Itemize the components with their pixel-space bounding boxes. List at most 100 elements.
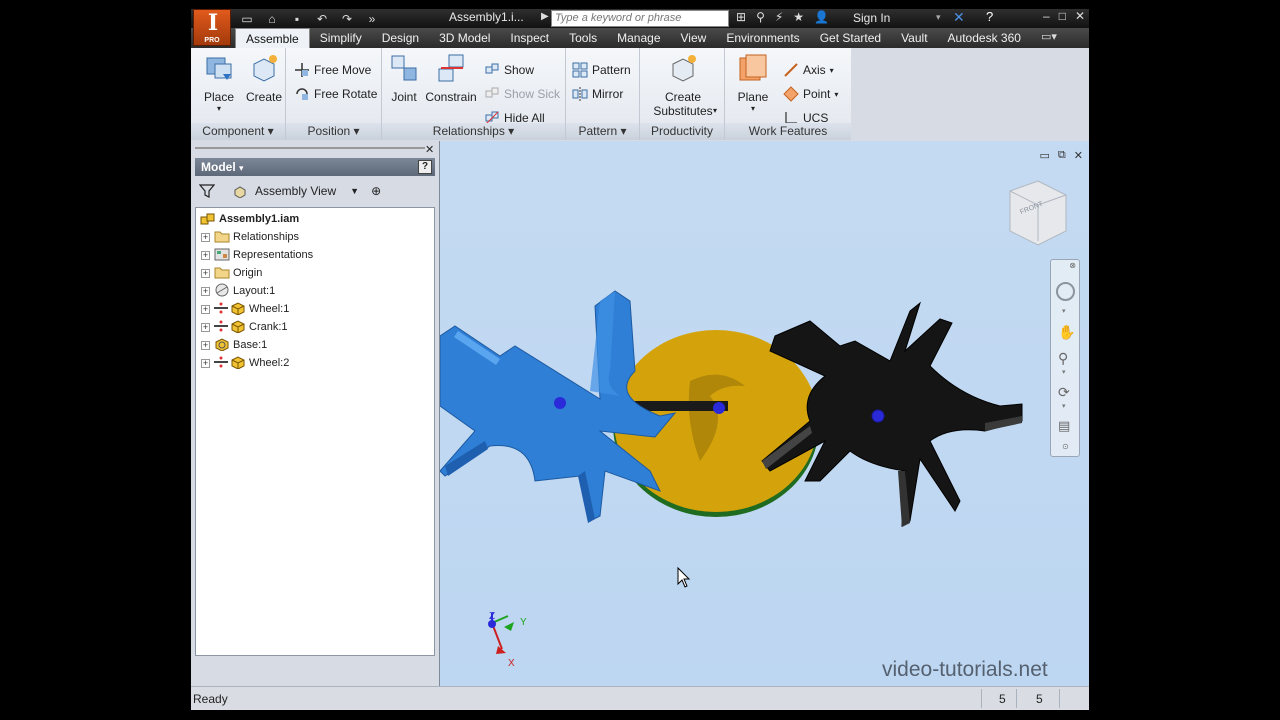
- create-substitutes-button[interactable]: Create Substitutes: [644, 52, 722, 118]
- place-button[interactable]: Place ▾: [199, 52, 239, 113]
- tree-item-layout-1[interactable]: + Layout:1: [196, 282, 434, 300]
- show-button[interactable]: Show: [484, 62, 534, 78]
- tab-assemble[interactable]: Assemble: [235, 28, 310, 48]
- tree-item-base-1[interactable]: + Base:1: [196, 336, 434, 354]
- tab-design[interactable]: Design: [372, 28, 429, 48]
- browser-help-icon[interactable]: ?: [418, 160, 432, 174]
- joint-icon: [391, 55, 417, 81]
- navbar-customize-icon[interactable]: ⊙: [1062, 442, 1069, 451]
- tab-view[interactable]: View: [671, 28, 717, 48]
- browser-header[interactable]: Model ▾ ?: [195, 158, 435, 176]
- redo-icon[interactable]: ↷: [339, 12, 355, 26]
- expand-icon[interactable]: +: [201, 322, 210, 332]
- expand-icon[interactable]: +: [201, 268, 210, 278]
- expand-icon[interactable]: +: [201, 286, 210, 296]
- open-icon[interactable]: ⌂: [264, 12, 280, 26]
- inventor-logo[interactable]: I PRO: [193, 9, 231, 46]
- expand-icon[interactable]: +: [201, 358, 210, 368]
- plane-button[interactable]: Plane ▾: [731, 52, 775, 113]
- steering-dropdown-icon[interactable]: ▾: [1062, 307, 1066, 315]
- relationships-panel-label[interactable]: Relationships ▾: [382, 123, 565, 140]
- axis-dropdown-icon: ▾: [829, 65, 834, 75]
- tree-root[interactable]: Assembly1.iam: [196, 210, 434, 228]
- tree-item-origin[interactable]: + Origin: [196, 264, 434, 282]
- viewcube[interactable]: FRONT: [1009, 180, 1067, 246]
- tab-3d-model[interactable]: 3D Model: [429, 28, 500, 48]
- more-icon[interactable]: »: [364, 12, 380, 26]
- expand-icon[interactable]: +: [201, 232, 210, 242]
- tree-item-wheel-2[interactable]: + Wheel:2: [196, 354, 434, 372]
- tab-options-icon[interactable]: ▭▾: [1041, 30, 1057, 43]
- view-dropdown-icon[interactable]: ▼: [350, 186, 359, 196]
- sign-in-button[interactable]: Sign In: [853, 11, 890, 25]
- comm-center-icon[interactable]: ⚡: [775, 10, 783, 24]
- title-arrow-icon[interactable]: ▶: [541, 11, 549, 22]
- view-selector[interactable]: Assembly View: [255, 184, 336, 198]
- zoom-dropdown-icon[interactable]: ▾: [1062, 368, 1066, 376]
- graphics-viewport[interactable]: ▭ ⧉ ✕ FRONT Z Y X ⊗ ▾ ✋ ⚲ ▾ ⟳ ▾ ▤ ⊙ vide…: [439, 141, 1089, 686]
- tab-manage[interactable]: Manage: [607, 28, 670, 48]
- tab-simplify[interactable]: Simplify: [310, 28, 372, 48]
- star-icon[interactable]: ★: [793, 10, 804, 24]
- browser-grip[interactable]: [195, 147, 425, 149]
- productivity-panel-label[interactable]: Productivity: [640, 123, 724, 140]
- component-panel-label[interactable]: Component ▾: [191, 123, 285, 140]
- wheel-left-part[interactable]: [440, 290, 677, 523]
- look-at-icon[interactable]: ▤: [1058, 418, 1070, 434]
- pattern-panel-label[interactable]: Pattern ▾: [566, 123, 639, 140]
- mirror-icon: [572, 87, 588, 101]
- assembly-icon: [200, 213, 215, 225]
- key-icon[interactable]: ⚲: [756, 10, 765, 24]
- filter-icon[interactable]: [199, 183, 215, 199]
- tab-tools[interactable]: Tools: [559, 28, 607, 48]
- browser-close-icon[interactable]: ✕: [425, 143, 434, 156]
- tab-get-started[interactable]: Get Started: [810, 28, 891, 48]
- navbar-close-icon[interactable]: ⊗: [1069, 261, 1076, 270]
- point-button[interactable]: Point ▾: [783, 86, 838, 102]
- joint-button[interactable]: Joint: [386, 52, 422, 104]
- pan-icon[interactable]: ✋: [1058, 324, 1075, 341]
- undo-icon[interactable]: ↶: [314, 12, 330, 26]
- position-panel-label[interactable]: Position ▾: [286, 123, 381, 140]
- close-icon[interactable]: ✕: [1075, 9, 1085, 23]
- tree-item-relationships[interactable]: + Relationships: [196, 228, 434, 246]
- exchange-icon[interactable]: ✕: [953, 9, 965, 26]
- signin-dropdown-icon[interactable]: ▾: [936, 12, 941, 23]
- zoom-icon[interactable]: ⚲: [1058, 350, 1068, 367]
- expand-icon[interactable]: +: [201, 250, 210, 260]
- axis-button[interactable]: Axis ▾: [783, 62, 834, 78]
- create-button[interactable]: Create: [243, 52, 285, 104]
- constrain-button[interactable]: Constrain: [422, 52, 480, 104]
- tree-item-crank-1[interactable]: + Crank:1: [196, 318, 434, 336]
- pattern-button[interactable]: Pattern: [572, 62, 631, 78]
- help-icon[interactable]: ?: [986, 9, 993, 24]
- orbit-icon[interactable]: ⟳: [1058, 384, 1070, 401]
- tree-item-representations[interactable]: + Representations: [196, 246, 434, 264]
- orbit-dropdown-icon[interactable]: ▾: [1062, 402, 1066, 410]
- binoculars-icon[interactable]: ⊞: [736, 10, 746, 24]
- user-icon[interactable]: 👤: [814, 10, 829, 24]
- tree-item-wheel-1[interactable]: + Wheel:1: [196, 300, 434, 318]
- panel-productivity: Create Substitutes ▾ Productivity: [640, 48, 725, 140]
- free-rotate-button[interactable]: Free Rotate: [294, 86, 377, 102]
- tab-autodesk-360[interactable]: Autodesk 360: [938, 28, 1031, 48]
- search-input[interactable]: Type a keyword or phrase: [551, 10, 729, 27]
- work-features-panel-label[interactable]: Work Features: [725, 123, 851, 140]
- expand-icon[interactable]: +: [201, 340, 210, 350]
- tab-vault[interactable]: Vault: [891, 28, 937, 48]
- free-move-label: Free Move: [314, 63, 372, 77]
- minimize-icon[interactable]: –: [1043, 9, 1050, 23]
- substitutes-dropdown-icon[interactable]: ▾: [713, 106, 717, 115]
- maximize-icon[interactable]: □: [1059, 9, 1066, 23]
- tab-inspect[interactable]: Inspect: [500, 28, 559, 48]
- tab-environments[interactable]: Environments: [716, 28, 809, 48]
- save-icon[interactable]: ▪: [289, 12, 305, 26]
- find-icon[interactable]: ⊕: [371, 184, 381, 198]
- tree-item-label: Origin: [233, 267, 263, 279]
- show-sick-button[interactable]: Show Sick: [484, 86, 560, 102]
- mirror-button[interactable]: Mirror: [572, 86, 623, 102]
- expand-icon[interactable]: +: [201, 304, 210, 314]
- steering-wheel-icon[interactable]: [1056, 282, 1075, 301]
- free-move-button[interactable]: Free Move: [294, 62, 371, 78]
- new-icon[interactable]: ▭: [239, 12, 255, 26]
